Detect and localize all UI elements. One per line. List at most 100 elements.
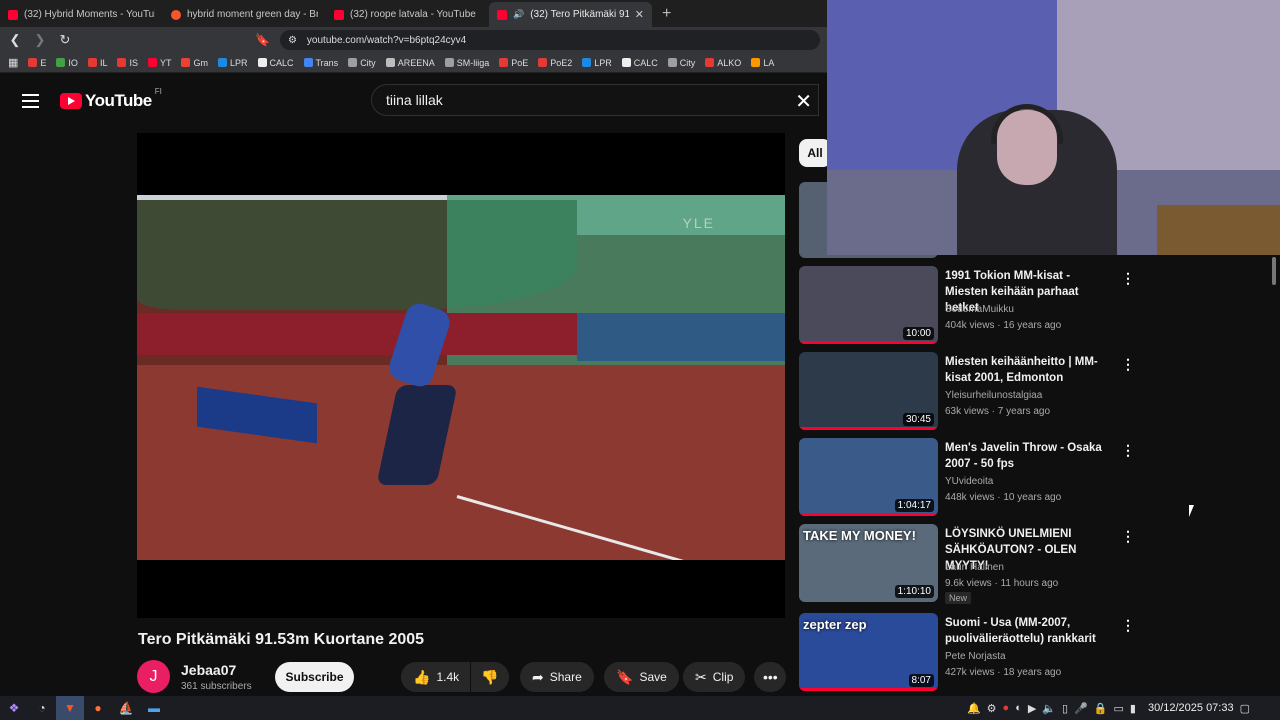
notification-icon[interactable]: 🔔 bbox=[967, 702, 981, 715]
brave-taskbar-icon[interactable]: ▼ bbox=[56, 696, 84, 720]
clear-search-icon[interactable]: ✕ bbox=[795, 89, 812, 114]
recommendation-channel[interactable]: Pete Norjasta bbox=[945, 651, 1006, 662]
lock-icon[interactable]: 🔒 bbox=[1094, 702, 1108, 715]
bookmark-item[interactable]: IL bbox=[87, 58, 107, 68]
bookmark-item[interactable]: LPR bbox=[217, 58, 248, 68]
youtube-logo[interactable]: YouTube FI bbox=[60, 87, 162, 111]
like-button[interactable]: 👍 1.4k bbox=[401, 662, 470, 692]
bookmark-label: LPR bbox=[594, 57, 612, 68]
browser-tab[interactable]: hybrid moment green day - Brave bbox=[163, 2, 326, 27]
menu-icon[interactable] bbox=[22, 94, 39, 112]
media-icon[interactable]: ▶ bbox=[1028, 702, 1036, 715]
more-vertical-icon[interactable]: ⋮ bbox=[1121, 356, 1135, 373]
more-vertical-icon[interactable]: ⋮ bbox=[1121, 617, 1135, 634]
battery-icon[interactable]: ▮ bbox=[1130, 702, 1136, 715]
more-vertical-icon[interactable]: ⋮ bbox=[1121, 528, 1135, 545]
recommendation-title[interactable]: Men's Javelin Throw - Osaka 2007 - 50 fp… bbox=[945, 440, 1115, 472]
recommendation-title[interactable]: Miesten keihäänheitto | MM-kisat 2001, E… bbox=[945, 354, 1115, 386]
more-actions-button[interactable]: ••• bbox=[754, 662, 786, 692]
browser-tab[interactable]: (32) roope latvala - YouTube bbox=[326, 2, 489, 27]
bookmark-item[interactable]: Trans bbox=[303, 58, 338, 68]
more-vertical-icon[interactable]: ⋮ bbox=[1121, 442, 1135, 459]
os-taskbar: ❖ ◔ ▼ ● ⛵ ▬ 🔔 ⚙ ● ◐ ▶ 🔈 ▯ 🎤 🔒 ▭ ▮ 30/12/… bbox=[0, 696, 1280, 720]
recommendation-channel[interactable]: YUvideoita bbox=[945, 476, 993, 487]
bookmark-item[interactable]: IS bbox=[117, 58, 138, 68]
recommendation-item[interactable]: TAKE MY MONEY! 1:10:10 LÖYSINKÖ UNELMIENI … bbox=[799, 524, 1139, 608]
files-taskbar-icon[interactable]: ▬ bbox=[140, 696, 168, 720]
save-button[interactable]: 🔖 Save bbox=[604, 662, 679, 692]
video-duration: 8:07 bbox=[908, 674, 934, 687]
video-thumbnail[interactable]: zepter zep 8:07 bbox=[799, 613, 938, 691]
search-input[interactable]: tiina lillak ✕ bbox=[371, 84, 819, 116]
volume-icon[interactable]: 🔈 bbox=[1042, 702, 1056, 715]
record-icon[interactable]: ● bbox=[1003, 702, 1010, 714]
video-thumbnail[interactable]: 1:04:17 bbox=[799, 438, 938, 516]
new-tab-button[interactable]: + bbox=[652, 5, 681, 27]
firefox-taskbar-icon[interactable]: ● bbox=[84, 696, 112, 720]
dislike-button[interactable]: 👎 bbox=[471, 662, 509, 692]
bookmark-item[interactable]: LA bbox=[751, 58, 774, 68]
browser-tab[interactable]: (32) Hybrid Moments - YouTube bbox=[0, 2, 163, 27]
bookmark-item[interactable]: Gm bbox=[181, 58, 208, 68]
steam-taskbar-icon[interactable]: ⛵ bbox=[112, 696, 140, 720]
site-info-icon[interactable]: ⚙ bbox=[288, 35, 297, 46]
channel-avatar[interactable]: J bbox=[137, 660, 170, 693]
bookmark-item[interactable]: CALC bbox=[257, 58, 294, 68]
channel-name[interactable]: Jebaa07 bbox=[181, 662, 236, 678]
video-thumbnail[interactable]: 10:00 bbox=[799, 266, 938, 344]
bookmark-item[interactable]: YT bbox=[147, 57, 172, 68]
video-frame[interactable]: YLE bbox=[137, 195, 785, 560]
bookmark-item[interactable]: CALC bbox=[621, 58, 658, 68]
bookmark-item[interactable]: AREENA bbox=[385, 58, 435, 68]
video-thumbnail[interactable]: TAKE MY MONEY! 1:10:10 bbox=[799, 524, 938, 602]
youtube-icon bbox=[8, 9, 18, 20]
start-menu-icon[interactable]: ❖ bbox=[0, 696, 28, 720]
bookmark-item[interactable]: City bbox=[667, 58, 695, 68]
bookmark-item[interactable]: E bbox=[28, 58, 46, 68]
subscribe-button[interactable]: Subscribe bbox=[275, 662, 354, 692]
recommendation-item[interactable]: 10:00 1991 Tokion MM-kisat - Miesten keih… bbox=[799, 266, 1139, 350]
forward-button[interactable]: ❯ bbox=[30, 32, 50, 48]
recommendation-item[interactable]: zepter zep 8:07 Suomi - Usa (MM-2007, puol… bbox=[799, 613, 1139, 697]
bookmark-label: IS bbox=[129, 57, 138, 68]
recommendation-channel[interactable]: Yleisurheilunostalgiaa bbox=[945, 390, 1042, 401]
browser-tab-active[interactable]: 🔊 (32) Tero Pitkämäki 91.53 ✕ bbox=[489, 2, 652, 27]
address-bar[interactable]: ⚙ youtube.com/watch?v=b6ptq24cyv4 bbox=[279, 30, 820, 50]
clip-button[interactable]: ✂ Clip bbox=[683, 662, 746, 692]
recommendation-item[interactable]: 30:45 Miesten keihäänheitto | MM-kisat 20… bbox=[799, 352, 1139, 436]
recommendation-channel[interactable]: Lauri Halinen bbox=[945, 562, 1004, 573]
scrollbar-thumb[interactable] bbox=[1272, 257, 1276, 285]
video-thumbnail[interactable]: 30:45 bbox=[799, 352, 938, 430]
microphone-icon[interactable]: 🎤 bbox=[1074, 702, 1088, 715]
more-vertical-icon[interactable]: ⋮ bbox=[1121, 270, 1135, 287]
network-icon[interactable]: ▭ bbox=[1113, 702, 1123, 715]
share-button[interactable]: ➦ Share bbox=[520, 662, 594, 692]
clipboard-icon[interactable]: ▯ bbox=[1062, 702, 1068, 715]
clock[interactable]: 30/12/2025 07:33 bbox=[1148, 702, 1234, 714]
back-button[interactable]: ❮ bbox=[5, 32, 25, 48]
steam-tray-icon[interactable]: ◐ bbox=[1015, 702, 1022, 714]
bookmark-item[interactable]: PoE2 bbox=[538, 58, 572, 68]
recommendation-title[interactable]: Suomi - Usa (MM-2007, puolivälieräottelu… bbox=[945, 615, 1115, 647]
apps-grid-icon[interactable]: ▦ bbox=[8, 56, 18, 69]
show-desktop-icon[interactable]: ▢ bbox=[1240, 702, 1250, 715]
bookmark-label: PoE2 bbox=[550, 57, 573, 68]
reload-button[interactable]: ↻ bbox=[55, 32, 75, 48]
bookmark-label: YT bbox=[159, 57, 172, 68]
screen: (32) Hybrid Moments - YouTube hybrid mom… bbox=[0, 0, 1280, 720]
bookmark-item[interactable]: LPR bbox=[582, 58, 612, 68]
thumbnail-overlay-text: TAKE MY MONEY! bbox=[803, 528, 916, 543]
bookmark-item[interactable]: IO bbox=[56, 58, 78, 68]
app-tray-icon[interactable]: ⚙ bbox=[987, 702, 997, 715]
bookmark-item[interactable]: SM-liiga bbox=[444, 58, 489, 68]
page-scrollbar[interactable] bbox=[1268, 255, 1280, 695]
close-tab-icon[interactable]: ✕ bbox=[635, 8, 644, 21]
bookmark-icon[interactable]: 🔖 bbox=[255, 33, 270, 47]
bookmark-item[interactable]: City bbox=[348, 58, 376, 68]
recommendation-channel[interactable]: SodomaMuikku bbox=[945, 304, 1014, 315]
bookmark-item[interactable]: ALKO bbox=[705, 58, 741, 68]
bookmark-item[interactable]: PoE bbox=[499, 58, 528, 68]
overview-icon[interactable]: ◔ bbox=[28, 696, 56, 720]
recommendation-item[interactable]: 1:04:17 Men's Javelin Throw - Osaka 2007 … bbox=[799, 438, 1139, 522]
speaker-icon[interactable]: 🔊 bbox=[513, 9, 524, 20]
